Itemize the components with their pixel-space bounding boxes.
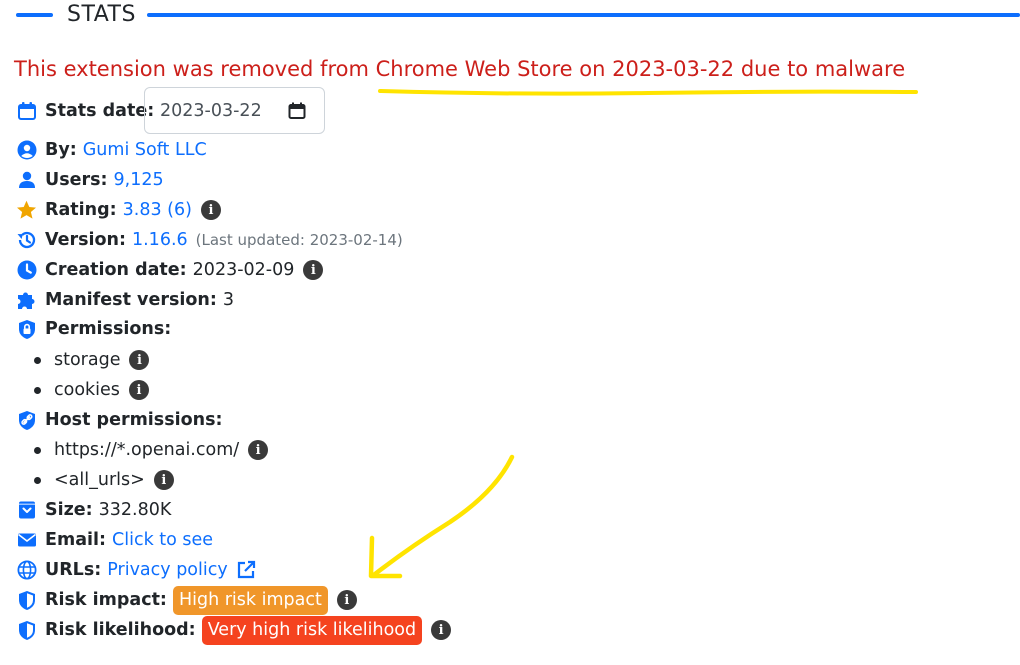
user-icon — [16, 170, 37, 191]
removed-notice: This extension was removed from Chrome W… — [14, 57, 906, 81]
storage-info-icon[interactable]: i — [129, 350, 150, 370]
permission-item: cookies i — [34, 377, 149, 403]
host-permission-all-urls: <all_urls> — [54, 470, 145, 490]
globe-icon — [16, 560, 37, 581]
shield-lock-icon — [16, 319, 37, 340]
email-row: Email: Click to see — [16, 527, 213, 553]
urls-label: URLs: — [45, 560, 102, 580]
risk-impact-row: Risk impact: High risk impact i — [16, 585, 357, 615]
permissions-label: Permissions: — [45, 319, 172, 339]
size-label: Size: — [45, 500, 93, 520]
stats-date-row: Stats date: — [16, 98, 160, 124]
host-permission-item: <all_urls> i — [34, 467, 174, 493]
last-updated-text: (Last updated: 2023-02-14) — [195, 231, 403, 249]
stats-date-value: 2023-03-22 — [160, 100, 262, 121]
urls-row: URLs: Privacy policy — [16, 557, 256, 583]
permissions-row: Permissions: — [16, 316, 177, 342]
header-rule-left — [16, 13, 53, 17]
version-link[interactable]: 1.16.6 — [132, 230, 188, 250]
yellow-arrow-annotation — [368, 454, 515, 579]
shield-half-icon — [16, 590, 37, 611]
rating-row: Rating: 3.83 (6) i — [16, 197, 221, 223]
manifest-value: 3 — [222, 290, 234, 310]
risk-likelihood-row: Risk likelihood: Very high risk likeliho… — [16, 615, 452, 645]
permission-item: storage i — [34, 347, 150, 373]
clock-icon — [16, 260, 37, 281]
manifest-label: Manifest version: — [45, 290, 217, 310]
stats-date-input[interactable]: 2023-03-22 — [144, 87, 325, 134]
size-value: 332.80K — [98, 500, 172, 520]
rating-label: Rating: — [45, 200, 117, 220]
risk-impact-info-icon[interactable]: i — [336, 590, 357, 610]
header-rule-right — [147, 13, 1020, 17]
email-label: Email: — [45, 530, 106, 550]
risk-impact-badge: High risk impact — [172, 585, 328, 615]
stats-section-header: STATS — [16, 0, 1020, 34]
by-label: By: — [45, 140, 77, 160]
risk-likelihood-info-icon[interactable]: i — [431, 620, 452, 640]
developer-link[interactable]: Gumi Soft LLC — [83, 140, 207, 160]
calendar-icon — [16, 101, 37, 122]
host-permission-item: https://*.openai.com/ i — [34, 437, 269, 463]
version-label: Version: — [45, 230, 126, 250]
user-circle-icon — [16, 140, 37, 161]
external-link-icon[interactable] — [236, 560, 256, 580]
host-permission-openai: https://*.openai.com/ — [54, 440, 240, 460]
section-title: STATS — [67, 2, 136, 27]
calendar-picker-icon[interactable] — [288, 102, 306, 125]
cookies-info-icon[interactable]: i — [128, 380, 149, 400]
history-icon — [16, 230, 37, 251]
version-row: Version: 1.16.6 (Last updated: 2023-02-1… — [16, 227, 403, 253]
creation-info-icon[interactable]: i — [303, 260, 324, 280]
risk-likelihood-label: Risk likelihood: — [45, 620, 196, 640]
bullet-dot — [34, 356, 41, 364]
users-row: Users: 9,125 — [16, 167, 164, 193]
by-row: By: Gumi Soft LLC — [16, 137, 207, 163]
creation-date-value: 2023-02-09 — [192, 260, 295, 280]
manifest-row: Manifest version: 3 — [16, 287, 234, 313]
email-reveal-link[interactable]: Click to see — [112, 530, 213, 550]
permission-cookies: cookies — [54, 380, 120, 400]
users-link[interactable]: 9,125 — [114, 170, 164, 190]
shield-half-icon — [16, 620, 37, 641]
yellow-underline-annotation — [378, 89, 918, 96]
bullet-dot — [34, 446, 41, 454]
creation-date-row: Creation date: 2023-02-09 i — [16, 257, 324, 283]
openai-info-icon[interactable]: i — [248, 440, 269, 460]
host-permissions-row: Host permissions: — [16, 407, 229, 433]
bullet-dot — [34, 386, 41, 394]
risk-likelihood-badge: Very high risk likelihood — [201, 615, 423, 645]
bullet-dot — [34, 476, 41, 484]
rating-link[interactable]: 3.83 (6) — [123, 200, 192, 220]
creation-date-label: Creation date: — [45, 260, 187, 280]
users-label: Users: — [45, 170, 108, 190]
privacy-policy-link[interactable]: Privacy policy — [107, 560, 227, 580]
file-zip-icon — [16, 500, 37, 521]
shield-link-icon — [16, 410, 37, 431]
rating-info-icon[interactable]: i — [200, 200, 221, 220]
size-row: Size: 332.80K — [16, 497, 171, 523]
permission-storage: storage — [54, 350, 121, 370]
host-permissions-label: Host permissions: — [45, 410, 223, 430]
star-icon — [16, 200, 37, 221]
risk-impact-label: Risk impact: — [45, 590, 167, 610]
stats-date-label: Stats date: — [45, 101, 155, 121]
puzzle-icon — [16, 290, 37, 311]
envelope-icon — [16, 530, 37, 551]
all-urls-info-icon[interactable]: i — [153, 470, 174, 490]
